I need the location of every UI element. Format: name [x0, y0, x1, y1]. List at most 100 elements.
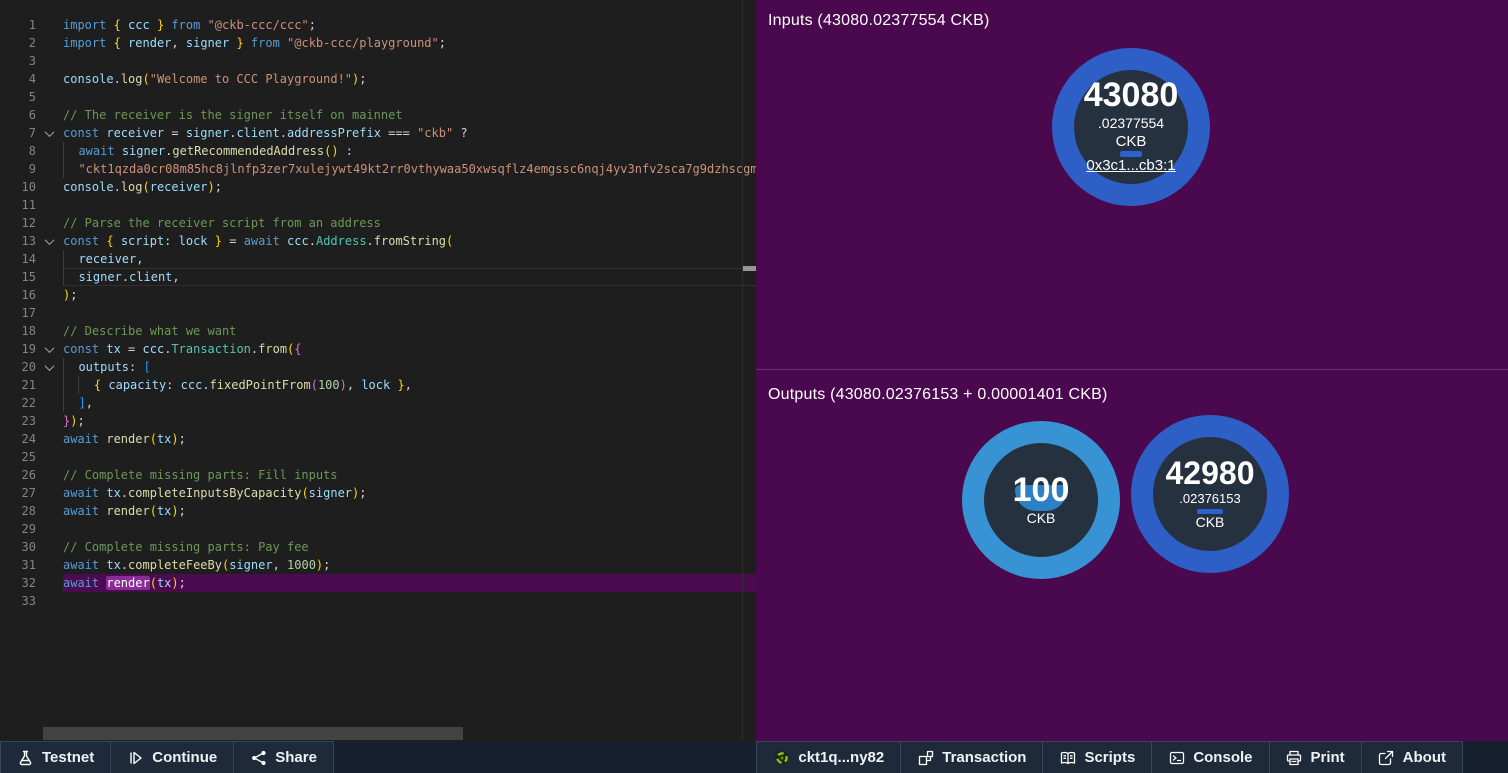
input-cell[interactable]: 43080 .02377554 CKB 0x3c1...cb3:1 [1052, 48, 1210, 206]
code-text [63, 520, 756, 538]
fold-spacer [36, 592, 63, 610]
fold-spacer [36, 250, 63, 268]
fold-spacer [36, 466, 63, 484]
outputs-title: Outputs (43080.02376153 + 0.00001401 CKB… [768, 386, 1108, 404]
code-text: { capacity: ccc.fixedPointFrom(100), loc… [63, 376, 756, 394]
code-text: const { script: lock } = await ccc.Addre… [63, 232, 756, 250]
fold-spacer [36, 196, 63, 214]
transaction-panel: Inputs (43080.02377554 CKB) 43080 .02377… [756, 0, 1508, 741]
code-text: console.log(receiver); [63, 178, 756, 196]
continue-button[interactable]: Continue [110, 741, 234, 773]
code-text: signer.client, [63, 268, 756, 286]
fold-chevron-icon[interactable] [36, 358, 63, 376]
output-1-unit: CKB [1027, 509, 1056, 527]
code-line[interactable]: 11 [0, 196, 756, 214]
line-number: 14 [0, 250, 36, 268]
code-line[interactable]: 13const { script: lock } = await ccc.Add… [0, 232, 756, 250]
code-line[interactable]: 15 signer.client, [0, 268, 756, 286]
identicon [773, 749, 790, 766]
code-line[interactable]: 8 await signer.getRecommendedAddress() : [0, 142, 756, 160]
fold-spacer [36, 502, 63, 520]
code-line[interactable]: 20 outputs: [ [0, 358, 756, 376]
fold-spacer [36, 178, 63, 196]
code-line[interactable]: 33 [0, 592, 756, 610]
code-editor[interactable]: 1import { ccc } from "@ckb-ccc/ccc";2imp… [0, 0, 756, 741]
code-text: await render(tx); [63, 502, 756, 520]
code-line[interactable]: 14 receiver, [0, 250, 756, 268]
code-line[interactable]: 21 { capacity: ccc.fixedPointFrom(100), … [0, 376, 756, 394]
testnet-label: Testnet [42, 749, 94, 766]
code-line[interactable]: 28 await render(tx); [0, 502, 756, 520]
fold-chevron-icon[interactable] [36, 232, 63, 250]
code-line[interactable]: 32await render(tx); [0, 574, 756, 592]
fold-spacer [36, 286, 63, 304]
code-line[interactable]: 23}); [0, 412, 756, 430]
fold-spacer [36, 556, 63, 574]
code-line[interactable]: 17 [0, 304, 756, 322]
fold-spacer [36, 394, 63, 412]
code-line[interactable]: 2import { render, signer } from "@ckb-cc… [0, 34, 756, 52]
code-line[interactable]: 22 ], [0, 394, 756, 412]
line-number: 20 [0, 358, 36, 376]
fold-spacer [36, 16, 63, 34]
code-line[interactable]: 3 [0, 52, 756, 70]
horizontal-scrollbar[interactable] [43, 727, 463, 740]
code-line[interactable]: 31 await tx.completeFeeBy(signer, 1000); [0, 556, 756, 574]
input-outpoint-link[interactable]: 0x3c1...cb3:1 [1086, 155, 1175, 176]
wallet-address-button[interactable]: ckt1q...ny82 [756, 741, 901, 773]
code-line[interactable]: 18// Describe what we want [0, 322, 756, 340]
code-text [63, 52, 756, 70]
code-line[interactable]: 27await tx.completeInputsByCapacity(sign… [0, 484, 756, 502]
code-line[interactable]: 10 console.log(receiver); [0, 178, 756, 196]
output-cell-1[interactable]: 100 CKB [962, 421, 1120, 579]
console-button[interactable]: Console [1151, 741, 1269, 773]
line-number: 31 [0, 556, 36, 574]
line-number: 28 [0, 502, 36, 520]
line-number: 8 [0, 142, 36, 160]
code-line[interactable]: 9 "ckt1qzda0cr08m85hc8jlnfp3zer7xulejywt… [0, 160, 756, 178]
line-number: 16 [0, 286, 36, 304]
code-text: // Complete missing parts: Fill inputs [63, 466, 756, 484]
about-button[interactable]: About [1361, 741, 1463, 773]
code-line[interactable]: 5 [0, 88, 756, 106]
code-text: await render(tx); [63, 574, 756, 592]
print-button[interactable]: Print [1269, 741, 1362, 773]
fold-spacer [36, 322, 63, 340]
output-cell-2[interactable]: 42980 .02376153 CKB [1131, 415, 1289, 573]
inputs-title: Inputs (43080.02377554 CKB) [768, 12, 990, 30]
code-line[interactable]: 25 [0, 448, 756, 466]
line-number: 10 [0, 178, 36, 196]
code-line[interactable]: 29 [0, 520, 756, 538]
fold-spacer [36, 214, 63, 232]
share-button[interactable]: Share [233, 741, 334, 773]
code-line[interactable]: 16); [0, 286, 756, 304]
share-label: Share [275, 749, 317, 766]
overview-ruler [742, 0, 743, 741]
fold-chevron-icon[interactable] [36, 124, 63, 142]
code-line[interactable]: 19const tx = ccc.Transaction.from({ [0, 340, 756, 358]
testnet-button[interactable]: Testnet [0, 741, 111, 773]
code-text: // The receiver is the signer itself on … [63, 106, 756, 124]
line-number: 4 [0, 70, 36, 88]
code-text: await tx.completeFeeBy(signer, 1000); [63, 556, 756, 574]
code-text: // Describe what we want [63, 322, 756, 340]
transaction-button[interactable]: Transaction [900, 741, 1043, 773]
line-number: 3 [0, 52, 36, 70]
scripts-button[interactable]: Scripts [1042, 741, 1152, 773]
code-line[interactable]: 1import { ccc } from "@ckb-ccc/ccc"; [0, 16, 756, 34]
code-line[interactable]: 24await render(tx); [0, 430, 756, 448]
code-line[interactable]: 4console.log("Welcome to CCC Playground!… [0, 70, 756, 88]
code-text: }); [63, 412, 756, 430]
code-text [63, 196, 756, 214]
code-line[interactable]: 12// Parse the receiver script from an a… [0, 214, 756, 232]
ccc-playground-app: 1import { ccc } from "@ckb-ccc/ccc";2imp… [0, 0, 1508, 773]
line-number: 21 [0, 376, 36, 394]
code-line[interactable]: 7const receiver = signer.client.addressP… [0, 124, 756, 142]
external-link-icon [1378, 749, 1395, 766]
code-line[interactable]: 26// Complete missing parts: Fill inputs [0, 466, 756, 484]
code-line[interactable]: 30// Complete missing parts: Pay fee [0, 538, 756, 556]
outputs-section: Outputs (43080.02376153 + 0.00001401 CKB… [756, 371, 1508, 741]
code-line[interactable]: 6// The receiver is the signer itself on… [0, 106, 756, 124]
code-text: const receiver = signer.client.addressPr… [63, 124, 756, 142]
fold-chevron-icon[interactable] [36, 340, 63, 358]
